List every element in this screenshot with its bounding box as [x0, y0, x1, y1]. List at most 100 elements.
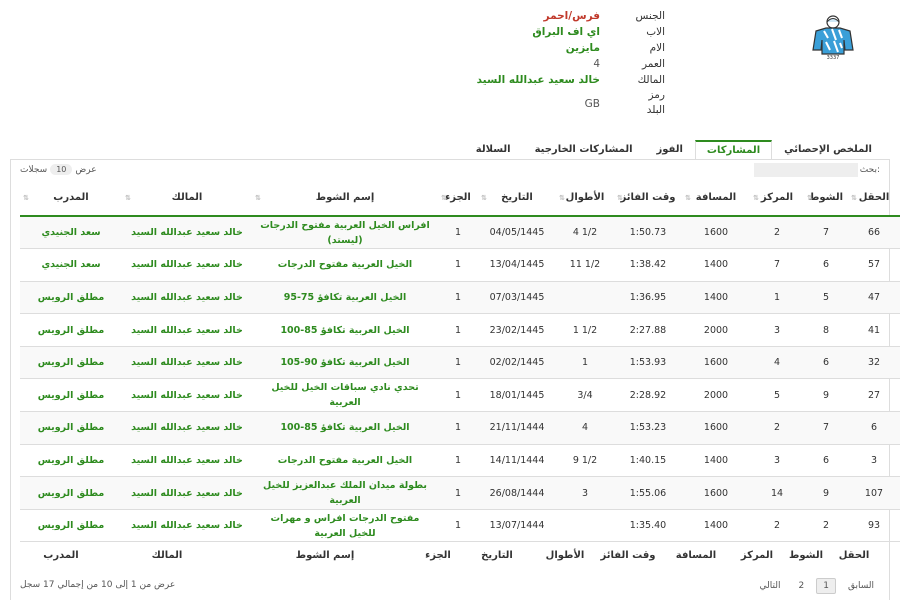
cell-race[interactable]: مفتوح الدرجات افراس و مهرات للخيل العربي… — [252, 509, 438, 543]
profile-row: رمز البلد GB — [0, 89, 900, 116]
cell-owner[interactable]: خالد سعيد عبدالله السيد — [122, 281, 252, 315]
cell-time: 1:55.06 — [614, 476, 682, 510]
cell-place: 3 — [750, 444, 804, 478]
tab-wins[interactable]: الفوز — [645, 140, 695, 160]
foot-col-trainer: المدرب — [43, 550, 79, 561]
foot-col-winner-time: وقت الفائز — [600, 550, 656, 561]
cell-date: 13/04/1445 — [478, 248, 556, 282]
cell-race-no: 6 — [804, 346, 848, 380]
table-row: 66 7 2 1600 1:50.73 4 1/2 04/05/1445 1 افراس الخ… — [20, 216, 900, 250]
cell-time: 1:35.40 — [614, 509, 682, 543]
cell-race-no: 8 — [804, 313, 848, 347]
col-part[interactable]: الجزء ⇅ — [438, 180, 478, 217]
cell-race[interactable]: الخيل العربية تكافؤ 85-100 — [252, 411, 438, 445]
cell-owner[interactable]: خالد سعيد عبدالله السيد — [122, 444, 252, 478]
table-row: 41 8 3 2000 2:27.88 1 1/2 23/02/1445 1 الخيل الع… — [20, 313, 900, 347]
cell-race[interactable]: الخيل العربية مفتوح الدرجات — [252, 444, 438, 478]
cell-race-no: 7 — [804, 216, 848, 250]
profile-label: المالك — [637, 74, 665, 86]
col-winner-time[interactable]: وقت الفائز ⇅ — [614, 180, 682, 217]
profile-value: اي اف البراق — [532, 26, 600, 38]
profile-label: الجنس — [635, 10, 665, 22]
cell-trainer[interactable]: مطلق الرويس — [20, 411, 122, 445]
cell-owner[interactable]: خالد سعيد عبدالله السيد — [122, 346, 252, 380]
col-owner[interactable]: المالك ⇅ — [122, 180, 252, 217]
col-place[interactable]: المركز ⇅ — [750, 180, 804, 217]
cell-lengths: 3 — [556, 476, 614, 510]
cell-part: 1 — [438, 216, 478, 250]
cell-owner[interactable]: خالد سعيد عبدالله السيد — [122, 411, 252, 445]
cell-race-no: 5 — [804, 281, 848, 315]
tab-bar: الملخص الإحصائي المشاركات الفوز المشاركا… — [464, 140, 884, 160]
sort-icon: ⇅ — [753, 193, 759, 202]
cell-distance: 1600 — [682, 476, 750, 510]
cell-trainer[interactable]: مطلق الرويس — [20, 378, 122, 413]
cell-place: 5 — [750, 378, 804, 413]
tab-stats-summary[interactable]: الملخص الإحصائي — [772, 140, 884, 160]
cell-date: 14/11/1444 — [478, 444, 556, 478]
cell-owner[interactable]: خالد سعيد عبدالله السيد — [122, 378, 252, 413]
cell-field: 41 — [848, 313, 900, 347]
cell-trainer[interactable]: مطلق الرويس — [20, 346, 122, 380]
cell-field: 107 — [848, 476, 900, 510]
cell-race[interactable]: الخيل العربية تكافؤ 90-105 — [252, 346, 438, 380]
table-row: 32 6 4 1600 1:53.93 1 02/02/1445 1 الخيل العربية… — [20, 346, 900, 380]
cell-race[interactable]: افراس الخيل العربية مفتوح الدرجات (ليستد… — [252, 216, 438, 250]
entries-table: الحقل ⇅ الشوط ⇅ المركز ⇅ المسافة ⇅ وقت الفائ… — [20, 180, 900, 543]
cell-race[interactable]: تحدي نادي سباقات الخيل للخيل العربية — [252, 378, 438, 413]
cell-race[interactable]: الخيل العربية تكافؤ 75-95 — [252, 281, 438, 315]
page-length-select[interactable]: 10 — [50, 164, 73, 175]
pagination: السابق 1 2 التالي — [754, 578, 880, 594]
cell-owner[interactable]: خالد سعيد عبدالله السيد — [122, 313, 252, 347]
cell-part: 1 — [438, 476, 478, 510]
cell-trainer[interactable]: مطلق الرويس — [20, 509, 122, 543]
cell-lengths: 4 — [556, 411, 614, 445]
cell-owner[interactable]: خالد سعيد عبدالله السيد — [122, 248, 252, 282]
tab-external-entries[interactable]: المشاركات الخارجية — [523, 140, 645, 160]
col-distance[interactable]: المسافة ⇅ — [682, 180, 750, 217]
cell-lengths: 4 1/2 — [556, 216, 614, 250]
cell-race[interactable]: الخيل العربية تكافؤ 85-100 — [252, 313, 438, 347]
cell-lengths — [556, 281, 614, 315]
cell-trainer[interactable]: مطلق الرويس — [20, 444, 122, 478]
cell-place: 14 — [750, 476, 804, 510]
col-race-name[interactable]: إسم الشوط ⇅ — [252, 180, 438, 217]
cell-distance: 1400 — [682, 509, 750, 543]
profile-value: خالد سعيد عبدالله السيد — [476, 74, 600, 86]
profile-value: فرس/احمر — [543, 10, 600, 22]
page-1-button[interactable]: 1 — [816, 578, 836, 594]
cell-date: 23/02/1445 — [478, 313, 556, 347]
cell-trainer[interactable]: سعد الجنيدي — [20, 248, 122, 282]
cell-date: 18/01/1445 — [478, 378, 556, 413]
cell-lengths: 1 — [556, 346, 614, 380]
col-trainer[interactable]: المدرب ⇅ — [20, 180, 122, 217]
col-date[interactable]: التاريخ ⇅ — [478, 180, 556, 217]
cell-owner[interactable]: خالد سعيد عبدالله السيد — [122, 476, 252, 510]
sort-icon: ⇅ — [851, 193, 857, 202]
cell-place: 7 — [750, 248, 804, 282]
cell-field: 3 — [848, 444, 900, 478]
cell-race[interactable]: الخيل العربية مفتوح الدرجات — [252, 248, 438, 282]
cell-lengths: 1 1/2 — [556, 313, 614, 347]
tab-entries[interactable]: المشاركات — [694, 140, 773, 160]
cell-time: 1:53.93 — [614, 346, 682, 380]
cell-trainer[interactable]: مطلق الرويس — [20, 281, 122, 315]
cell-distance: 1400 — [682, 248, 750, 282]
page-length-suffix: سجلات — [20, 164, 48, 175]
search-input[interactable] — [754, 163, 858, 177]
cell-trainer[interactable]: مطلق الرويس — [20, 313, 122, 347]
cell-owner[interactable]: خالد سعيد عبدالله السيد — [122, 509, 252, 543]
col-field[interactable]: الحقل ⇅ — [848, 180, 900, 217]
cell-owner[interactable]: خالد سعيد عبدالله السيد — [122, 216, 252, 250]
next-page-button[interactable]: التالي — [754, 579, 787, 593]
cell-field: 27 — [848, 378, 900, 413]
page-2-button[interactable]: 2 — [793, 579, 811, 593]
foot-col-distance: المسافة — [675, 550, 717, 561]
prev-page-button[interactable]: السابق — [842, 579, 880, 593]
col-lengths[interactable]: الأطوال ⇅ — [556, 180, 614, 217]
tab-pedigree[interactable]: السلالة — [464, 140, 523, 160]
col-race-no[interactable]: الشوط ⇅ — [804, 180, 848, 217]
cell-race[interactable]: بطولة ميدان الملك عبدالعزيز للخيل العربي… — [252, 476, 438, 510]
cell-trainer[interactable]: سعد الجنيدي — [20, 216, 122, 250]
cell-trainer[interactable]: مطلق الرويس — [20, 476, 122, 510]
